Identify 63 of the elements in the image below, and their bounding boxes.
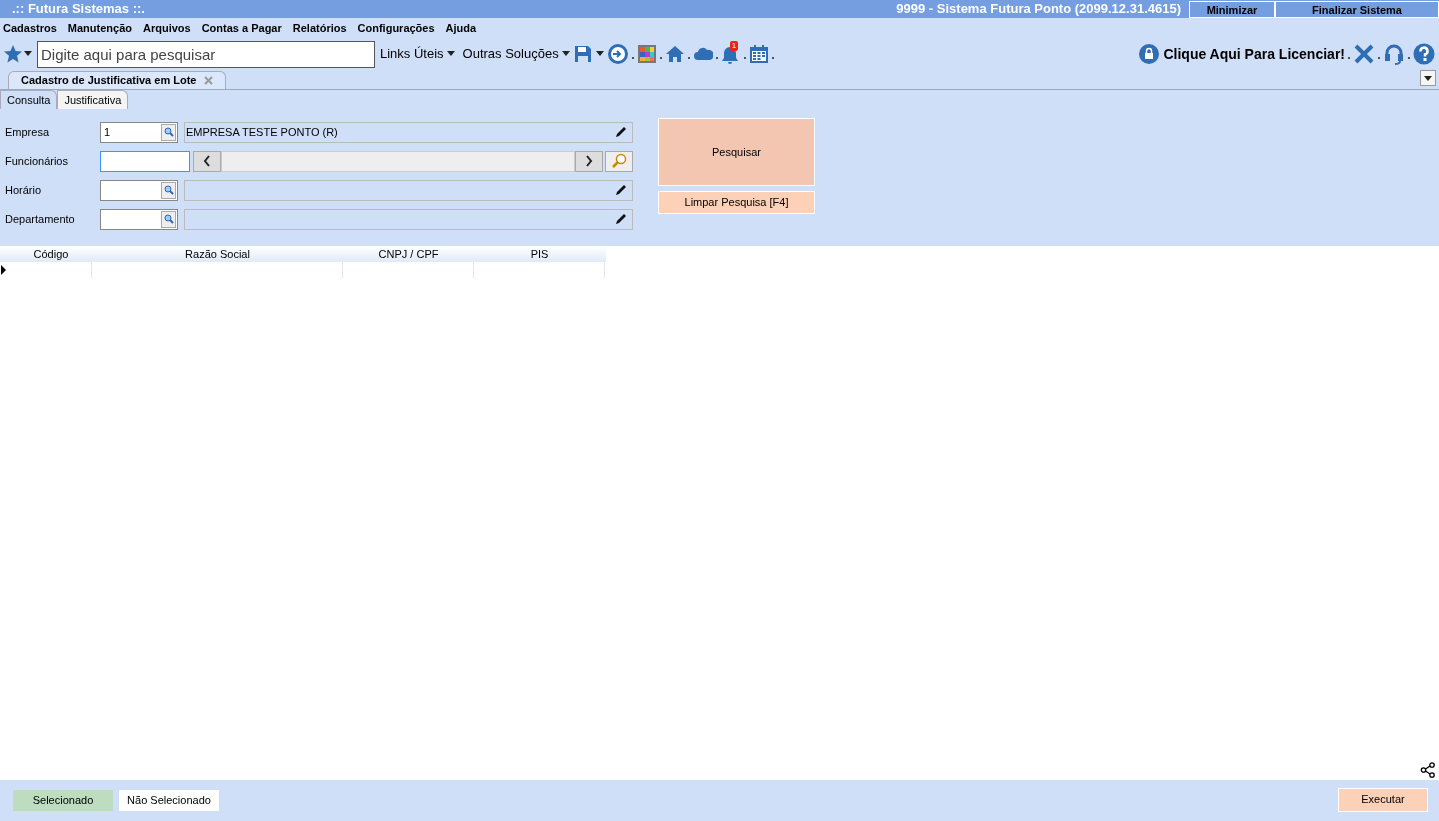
notification-badge: 1	[729, 41, 739, 51]
bell-icon[interactable]	[720, 45, 739, 65]
code-field[interactable]	[100, 179, 178, 201]
code-field[interactable]: 1	[100, 121, 178, 143]
links-menu[interactable]: Links Úteis	[380, 44, 444, 64]
legend-item: Não Selecionado	[119, 790, 219, 811]
links-menu[interactable]: Outras Soluções	[462, 44, 559, 64]
home-icon[interactable]	[664, 44, 685, 64]
search-icon[interactable]	[163, 214, 174, 224]
calendar-icon[interactable]	[748, 44, 769, 64]
headset-icon[interactable]	[1383, 43, 1405, 65]
current-row-icon	[0, 265, 7, 275]
menu-item[interactable]: Contas a Pagar	[201, 19, 282, 37]
search-button[interactable]: Pesquisar	[658, 118, 815, 186]
field-label: Empresa	[5, 124, 51, 140]
caret-icon	[1423, 74, 1433, 82]
column-header[interactable]: PIS	[474, 247, 605, 262]
pencil-icon[interactable]	[614, 212, 628, 226]
legend-item: Selecionado	[13, 790, 113, 811]
column-header[interactable]: Código	[0, 247, 92, 262]
next-button[interactable]	[575, 150, 603, 172]
menu-item[interactable]: Relatórios	[292, 19, 347, 37]
pencil-icon[interactable]	[614, 125, 628, 139]
menu-item[interactable]: Manutenção	[67, 19, 132, 37]
search-field[interactable]: Digite aqui para pesquisar	[37, 40, 375, 68]
field-label: Departamento	[5, 211, 76, 227]
employee-field[interactable]	[100, 150, 190, 172]
document-tab[interactable]: Cadastro de Justificativa em Lote	[8, 71, 227, 89]
column-header[interactable]: CNPJ / CPF	[343, 247, 474, 262]
exit-icon[interactable]	[606, 43, 629, 65]
code-field[interactable]	[100, 208, 178, 230]
previous-button[interactable]	[193, 150, 221, 172]
column-header[interactable]: Razão Social	[92, 247, 343, 262]
tab[interactable]: Justificativa	[57, 90, 129, 109]
share-icon[interactable]	[1420, 762, 1436, 778]
menu-item[interactable]: Arquivos	[143, 19, 191, 37]
chevron-left-icon	[203, 155, 211, 167]
system-info: 9999 - Sistema Futura Ponto (2099.12.31.4615)	[896, 0, 1181, 19]
cloud-icon[interactable]	[692, 46, 713, 62]
field-label: Horário	[5, 182, 43, 198]
menu-item[interactable]: Ajuda	[445, 19, 477, 37]
description-field: EMPRESA TESTE PONTO (R)	[184, 121, 633, 143]
search-icon	[611, 153, 627, 169]
help-icon[interactable]	[1413, 43, 1435, 65]
pencil-icon[interactable]	[614, 183, 628, 197]
execute-button[interactable]: Executar	[1338, 787, 1428, 812]
exit-button[interactable]: Finalizar Sistema	[1275, 0, 1439, 18]
chevron-right-icon	[585, 155, 593, 167]
dropdown-button[interactable]	[1420, 70, 1436, 86]
clear-search-button[interactable]: Limpar Pesquisa [F4]	[658, 191, 815, 214]
star-icon[interactable]	[3, 44, 23, 64]
menu-item[interactable]: Configurações	[357, 19, 435, 37]
lock-icon[interactable]	[1139, 44, 1160, 64]
search-icon[interactable]	[163, 127, 174, 137]
menu-item[interactable]: Cadastros	[3, 19, 57, 37]
tab[interactable]: Consulta	[0, 90, 58, 109]
save-icon[interactable]	[572, 44, 593, 64]
minimize-button[interactable]: Minimizar	[1189, 0, 1275, 18]
license-link[interactable]: Clique Aqui Para Licenciar!	[1163, 43, 1345, 65]
search-icon[interactable]	[163, 185, 174, 195]
field-label: Funcionários	[5, 153, 69, 169]
app-title: .:: Futura Sistemas ::.	[12, 0, 145, 19]
colour-grid-icon[interactable]	[636, 44, 657, 64]
